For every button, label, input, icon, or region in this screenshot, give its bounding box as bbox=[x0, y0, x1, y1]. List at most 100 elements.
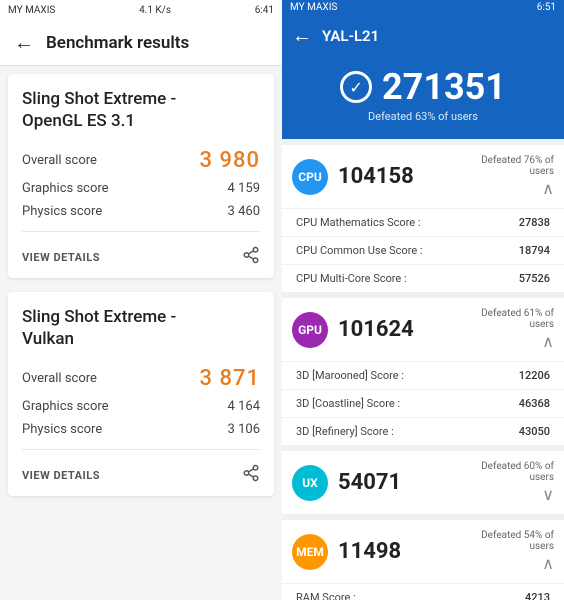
category-left: GPU 101624 bbox=[292, 312, 414, 348]
ux-badge: UX bbox=[292, 465, 328, 501]
overall-label-2: Overall score bbox=[22, 371, 97, 386]
back-button-right[interactable]: ← bbox=[292, 23, 312, 48]
graphics-value-2: 4 164 bbox=[228, 399, 260, 414]
gpu-score: 101624 bbox=[338, 317, 414, 342]
category-left: CPU 104158 bbox=[292, 159, 414, 195]
gpu-chevron-icon[interactable]: ∧ bbox=[542, 332, 554, 351]
ux-defeated2: users bbox=[529, 472, 554, 483]
category-right: Defeated 61% ofusers∧ bbox=[481, 308, 554, 351]
mem-badge: MEM bbox=[292, 534, 328, 570]
mem-defeated: Defeated 54% of bbox=[481, 530, 554, 541]
sub-score-value: 43050 bbox=[519, 425, 550, 438]
gpu-badge: GPU bbox=[292, 312, 328, 348]
header-left: ← Benchmark results bbox=[0, 20, 282, 66]
physics-label-1: Physics score bbox=[22, 204, 102, 219]
overall-value-2: 3 871 bbox=[200, 366, 260, 391]
physics-value-2: 3 106 bbox=[228, 422, 260, 437]
mem-chevron-icon[interactable]: ∧ bbox=[542, 554, 554, 573]
sub-score-label: 3D [Coastline] Score : bbox=[296, 397, 400, 410]
sub-score-row: CPU Multi-Core Score : 57526 bbox=[282, 264, 564, 292]
signal-left: 4.1 K/s bbox=[139, 5, 171, 16]
page-title-left: Benchmark results bbox=[46, 33, 189, 53]
benchmark-name-2: Sling Shot Extreme -Vulkan bbox=[22, 306, 260, 350]
sub-score-value: 57526 bbox=[519, 272, 550, 285]
status-bar-right: MY MAXIS 6:51 bbox=[282, 0, 564, 15]
benchmark-card-2: Sling Shot Extreme -Vulkan Overall score… bbox=[8, 292, 274, 496]
card-footer-1: VIEW DETAILS bbox=[22, 240, 260, 268]
ux-defeated: Defeated 60% of bbox=[481, 461, 554, 472]
category-block-ux: UX 54071 Defeated 60% ofusers ∨ bbox=[282, 451, 564, 514]
benchmark-name-1: Sling Shot Extreme -OpenGL ES 3.1 bbox=[22, 88, 260, 132]
graphics-value-1: 4 159 bbox=[228, 181, 260, 196]
sub-score-label: CPU Common Use Score : bbox=[296, 244, 423, 257]
cpu-badge: CPU bbox=[292, 159, 328, 195]
sub-score-label: RAM Score : bbox=[296, 591, 356, 600]
sub-score-row: CPU Common Use Score : 18794 bbox=[282, 236, 564, 264]
cpu-defeated: Defeated 76% of bbox=[481, 155, 554, 166]
carrier-left: MY MAXIS bbox=[8, 5, 55, 16]
sub-score-row: CPU Mathematics Score :27838 bbox=[282, 208, 564, 236]
cpu-score: 104158 bbox=[338, 164, 414, 189]
sub-score-value: 27838 bbox=[519, 216, 550, 229]
mem-score: 11498 bbox=[338, 539, 401, 564]
share-icon-2[interactable] bbox=[242, 464, 260, 486]
physics-score-row-2: Physics score 3 106 bbox=[22, 418, 260, 441]
right-panel: MY MAXIS 6:51 ← YAL-L21 ✓ 271351 Defeate… bbox=[282, 0, 564, 600]
status-bar-left: MY MAXIS 4.1 K/s 6:41 bbox=[0, 0, 282, 20]
divider-2 bbox=[22, 449, 260, 450]
sub-score-value: 4213 bbox=[525, 591, 550, 600]
back-button-left[interactable]: ← bbox=[14, 30, 34, 55]
divider-1 bbox=[22, 231, 260, 232]
sub-score-value: 12206 bbox=[519, 369, 550, 382]
overall-label-1: Overall score bbox=[22, 153, 97, 168]
sub-score-row: 3D [Coastline] Score : 46368 bbox=[282, 389, 564, 417]
physics-label-2: Physics score bbox=[22, 422, 102, 437]
cpu-chevron-icon[interactable]: ∧ bbox=[542, 179, 554, 198]
carrier-right: MY MAXIS bbox=[290, 2, 337, 13]
ux-score: 54071 bbox=[338, 470, 401, 495]
graphics-label-2: Graphics score bbox=[22, 399, 109, 414]
sub-score-label: 3D [Refinery] Score : bbox=[296, 425, 394, 438]
category-right: Defeated 76% ofusers ∧ bbox=[481, 155, 554, 198]
sub-score-label: 3D [Marooned] Score : bbox=[296, 369, 404, 382]
cpu-defeated2: users bbox=[529, 166, 554, 177]
header-right: ← YAL-L21 bbox=[282, 15, 564, 56]
view-details-1[interactable]: VIEW DETAILS bbox=[22, 251, 100, 264]
overall-score-row-1: Overall score 3 980 bbox=[22, 144, 260, 177]
sub-score-label: CPU Multi-Core Score : bbox=[296, 272, 407, 285]
category-block-cpu: CPU 104158 Defeated 76% ofusers ∧ CPU Mathem… bbox=[282, 145, 564, 292]
total-score-number: 271351 bbox=[382, 66, 506, 108]
total-defeated-text: Defeated 63% of users bbox=[368, 110, 478, 123]
ux-chevron-icon[interactable]: ∨ bbox=[542, 485, 554, 504]
total-score-section: ✓ 271351 Defeated 63% of users bbox=[282, 56, 564, 139]
sub-score-row: 3D [Marooned] Score : 12206 bbox=[282, 361, 564, 389]
share-icon-1[interactable] bbox=[242, 246, 260, 268]
category-block-gpu: GPU 101624 Defeated 61% ofusers∧ 3D [Maroon… bbox=[282, 298, 564, 445]
sub-score-row: RAM Score : 4213 bbox=[282, 583, 564, 600]
time-right: 6:51 bbox=[537, 2, 556, 13]
category-block-mem: MEM 11498 Defeated 54% ofusers ∧ RAM Score :… bbox=[282, 520, 564, 600]
time-left: 6:41 bbox=[255, 5, 274, 16]
category-right: Defeated 60% ofusers ∨ bbox=[481, 461, 554, 504]
category-header-mem[interactable]: MEM 11498 Defeated 54% ofusers ∧ bbox=[282, 520, 564, 583]
overall-value-1: 3 980 bbox=[200, 148, 260, 173]
benchmark-card-1: Sling Shot Extreme -OpenGL ES 3.1 Overal… bbox=[8, 74, 274, 278]
mem-defeated2: users bbox=[529, 541, 554, 552]
category-header-ux[interactable]: UX 54071 Defeated 60% ofusers ∨ bbox=[282, 451, 564, 514]
graphics-label-1: Graphics score bbox=[22, 181, 109, 196]
gpu-defeated: Defeated 61% of bbox=[481, 308, 554, 319]
category-header-gpu[interactable]: GPU 101624 Defeated 61% ofusers∧ bbox=[282, 298, 564, 361]
total-score-row: ✓ 271351 bbox=[340, 66, 506, 108]
view-details-2[interactable]: VIEW DETAILS bbox=[22, 469, 100, 482]
sub-score-value: 46368 bbox=[519, 397, 550, 410]
sub-score-value: 18794 bbox=[519, 244, 550, 257]
physics-value-1: 3 460 bbox=[228, 204, 260, 219]
category-left: UX 54071 bbox=[292, 465, 401, 501]
check-icon: ✓ bbox=[340, 71, 372, 103]
sub-score-row: 3D [Refinery] Score : 43050 bbox=[282, 417, 564, 445]
category-header-cpu[interactable]: CPU 104158 Defeated 76% ofusers ∧ bbox=[282, 145, 564, 208]
graphics-score-row-2: Graphics score 4 164 bbox=[22, 395, 260, 418]
scores-container: CPU104158Defeated 76% ofusers∧CPU Mathem… bbox=[282, 139, 564, 600]
device-name: YAL-L21 bbox=[322, 27, 379, 45]
physics-score-row-1: Physics score 3 460 bbox=[22, 200, 260, 223]
